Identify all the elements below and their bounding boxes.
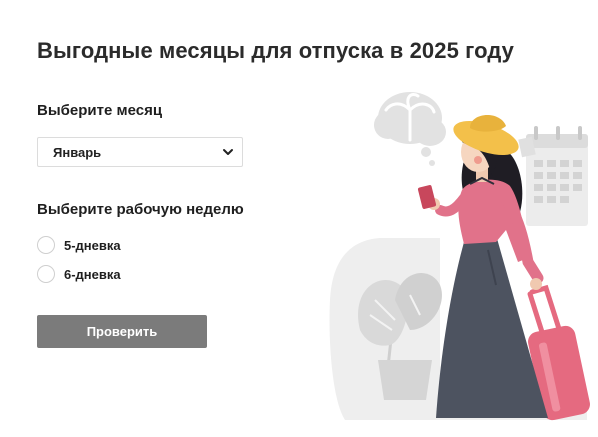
page-title: Выгодные месяцы для отпуска в 2025 году [37, 38, 515, 63]
traveler-illustration [329, 92, 590, 421]
woman-icon [417, 114, 548, 418]
radio-label-5day: 5-дневка [64, 237, 121, 253]
chevron-down-icon [223, 149, 233, 155]
suitcase-icon [527, 284, 590, 421]
radio-option-6day[interactable]: 6-дневка [37, 265, 121, 283]
radio-button[interactable] [37, 236, 55, 254]
background-blob [329, 238, 440, 420]
plant-icon [358, 273, 442, 400]
month-label: Выберите месяц [37, 102, 163, 119]
radio-label-6day: 6-дневка [64, 266, 121, 282]
radio-option-5day[interactable]: 5-дневка [37, 236, 121, 254]
workweek-label: Выберите рабочую неделю [37, 201, 244, 218]
check-button[interactable]: Проверить [37, 315, 207, 348]
month-select-value: Январь [53, 144, 102, 160]
radio-button[interactable] [37, 265, 55, 283]
month-select[interactable]: Январь [37, 137, 243, 167]
calendar-icon [518, 126, 588, 226]
thought-cloud-icon [374, 92, 446, 166]
